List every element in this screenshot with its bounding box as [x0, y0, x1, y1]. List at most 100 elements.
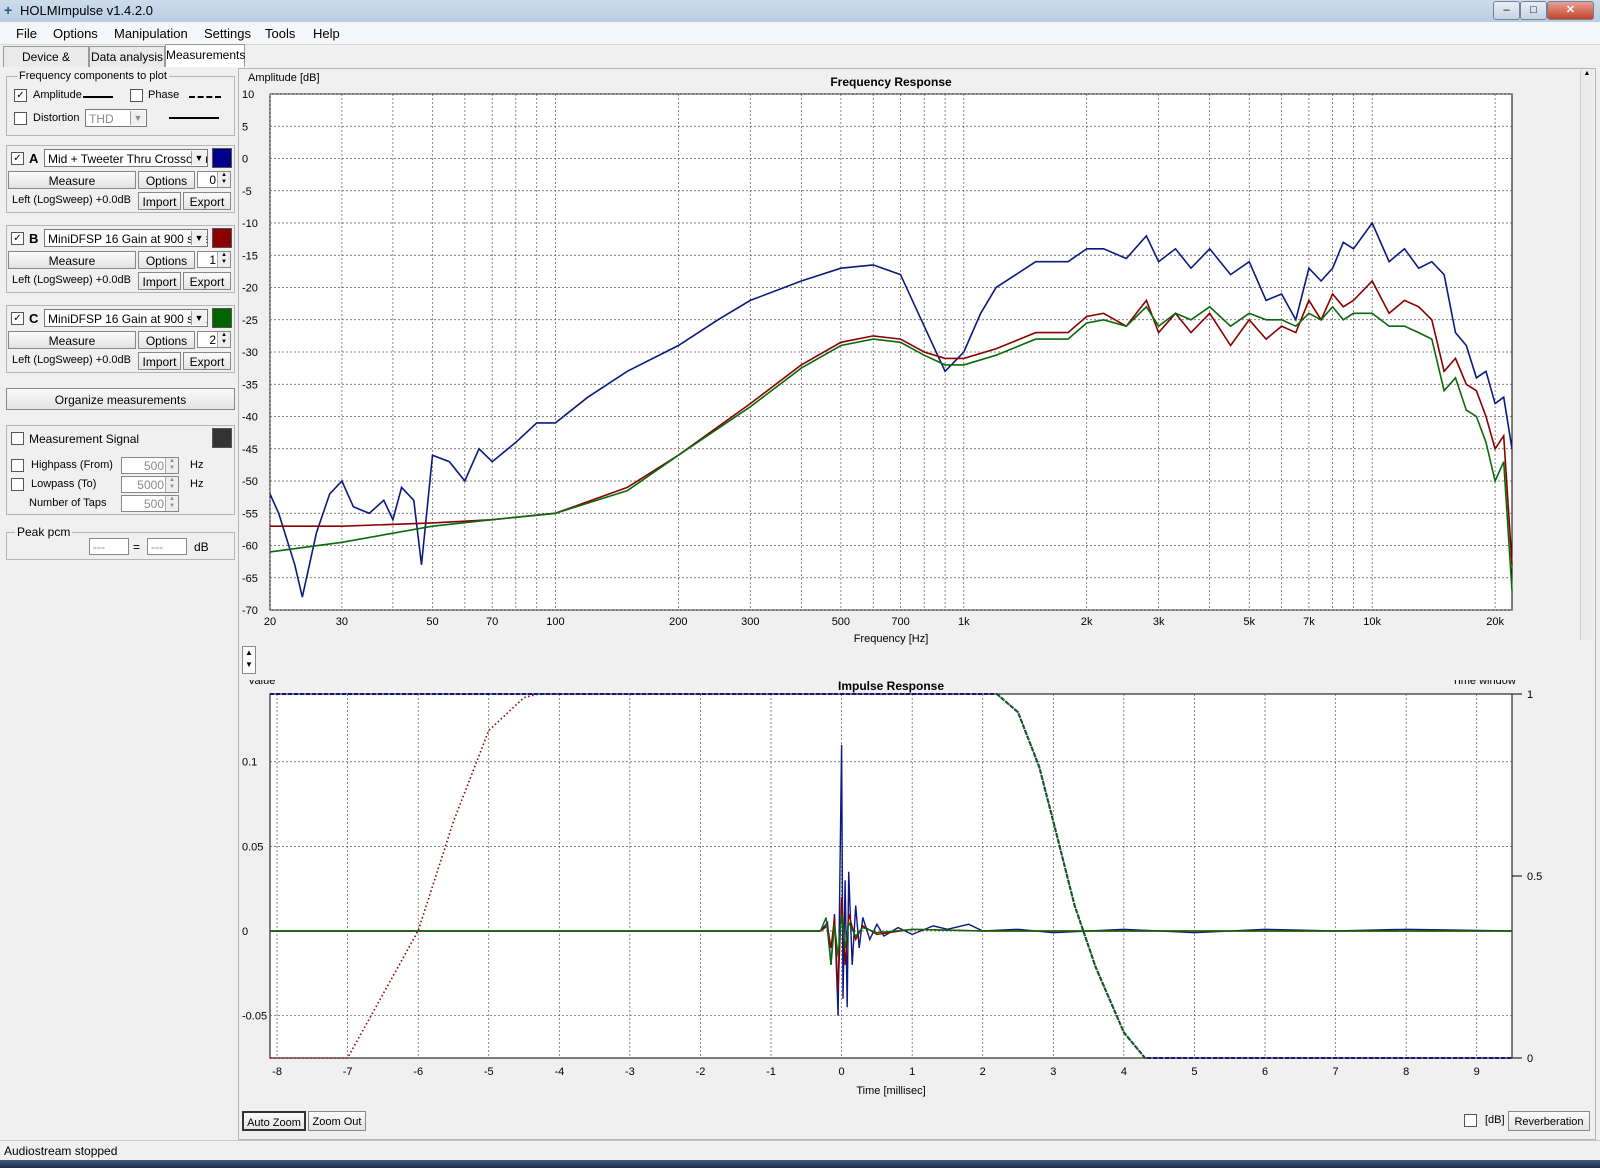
measurement-b-name: MiniDFSP 16 Gain at 900 steep — [48, 232, 208, 246]
ir-x-tick-label: 6 — [1262, 1066, 1268, 1078]
measurement-b-checkbox[interactable]: ✓ — [11, 232, 24, 245]
fr-y-tick-label: -10 — [242, 218, 258, 230]
maximize-button[interactable]: □ — [1520, 1, 1547, 20]
splitter-arrows-icon[interactable]: ▲ ▼ — [242, 646, 256, 674]
measurement-c-select[interactable]: MiniDFSP 16 Gain at 900 shallo ▼ — [44, 309, 208, 327]
fr-y-tick-label: -30 — [242, 347, 258, 359]
spin-arrows-icon[interactable]: ▲ ▼ — [217, 172, 230, 187]
peak-unit: dB — [194, 540, 209, 554]
fr-y-tick-label: -5 — [242, 186, 252, 198]
measurement-c-export-button[interactable]: Export — [183, 352, 231, 370]
menu-file[interactable]: File — [16, 26, 37, 41]
measurement-b-info: Left (LogSweep) +0.0dB — [12, 274, 131, 286]
measurement-b-select[interactable]: MiniDFSP 16 Gain at 900 steep ▼ — [44, 229, 208, 247]
zoom-out-button[interactable]: Zoom Out — [308, 1111, 366, 1131]
menu-manipulation[interactable]: Manipulation — [114, 26, 188, 41]
distortion-label: Distortion — [33, 112, 80, 124]
impulse-response-chart[interactable]: -8 -7 -6 -5 -4 -3 -2 -1 0 1 2 3 4 5 6 7 8 9 0.1 0.05 0 -0.05 1… — [240, 680, 1594, 1120]
highpass-checkbox[interactable] — [11, 459, 24, 472]
lowpass-input[interactable]: 5000 ▲ ▼ — [121, 476, 179, 493]
taskbar — [0, 1160, 1600, 1168]
fr-x-tick-label: 1k — [958, 616, 970, 628]
fr-scrollbar[interactable]: ▲ — [1580, 70, 1593, 640]
auto-zoom-button[interactable]: Auto Zoom — [242, 1111, 306, 1131]
measurement-signal-panel: Measurement Signal Highpass (From) 500 ▲ ▼… — [6, 425, 235, 515]
measurement-b-import-button[interactable]: Import — [138, 272, 181, 290]
measurement-signal-color-swatch[interactable] — [212, 428, 232, 448]
distortion-line-icon — [169, 117, 219, 119]
measurement-b-export-button[interactable]: Export — [183, 272, 231, 290]
measurement-a-color-swatch[interactable] — [212, 148, 232, 168]
menu-help[interactable]: Help — [313, 26, 340, 41]
fr-x-tick-label: 3k — [1153, 616, 1165, 628]
fr-y-tick-label: -65 — [242, 573, 258, 585]
spin-arrows-icon[interactable]: ▲ ▼ — [217, 252, 230, 267]
measurement-signal-checkbox[interactable] — [11, 432, 24, 445]
frequency-response-chart[interactable]: 1050-5-10-15-20-25-30-35-40-45-50-55-60-… — [240, 70, 1594, 670]
spin-arrows-icon[interactable]: ▲ ▼ — [165, 477, 178, 492]
measurement-b-panel: ✓ B MiniDFSP 16 Gain at 900 steep ▼ Measu… — [6, 225, 235, 293]
title-bar: + HOLMImpulse v1.4.2.0 ‒ □ ✕ — [0, 0, 1600, 23]
ir-x-axis-label: Time [millisec] — [856, 1085, 925, 1097]
menu-tools[interactable]: Tools — [265, 26, 295, 41]
distortion-select[interactable]: THD ▼ — [85, 109, 147, 127]
measurement-b-color-swatch[interactable] — [212, 228, 232, 248]
fr-x-tick-label: 300 — [741, 616, 759, 628]
phase-checkbox[interactable] — [130, 89, 143, 102]
measurement-c-import-button[interactable]: Import — [138, 352, 181, 370]
spin-arrows-icon[interactable]: ▲ ▼ — [217, 332, 230, 347]
measurement-c-checkbox[interactable]: ✓ — [11, 312, 24, 325]
ir-y2-tick-label: 0.5 — [1527, 871, 1542, 883]
tab-measurements[interactable]: Measurements — [165, 44, 245, 67]
organize-measurements-button[interactable]: Organize measurements — [6, 388, 235, 410]
phase-line-icon — [189, 96, 221, 98]
close-button[interactable]: ✕ — [1547, 1, 1594, 20]
measurement-a-options-button[interactable]: Options — [138, 171, 195, 189]
measurement-c-name: MiniDFSP 16 Gain at 900 shallo — [48, 312, 208, 326]
spin-arrows-icon[interactable]: ▲ ▼ — [165, 458, 178, 473]
measurement-c-color-swatch[interactable] — [212, 308, 232, 328]
chevron-down-icon: ▼ — [191, 311, 206, 325]
ir-x-tick-label: 2 — [980, 1066, 986, 1078]
highpass-label: Highpass (From) — [31, 459, 113, 471]
fr-y-tick-label: -70 — [242, 605, 258, 617]
measurement-a-measure-button[interactable]: Measure — [8, 171, 136, 189]
db-checkbox[interactable] — [1464, 1114, 1477, 1127]
ir-x-tick-label: 7 — [1333, 1066, 1339, 1078]
tab-device-signal[interactable]: Device & Signal — [3, 46, 89, 84]
measurement-a-import-button[interactable]: Import — [138, 192, 181, 210]
ir-x-tick-label: -5 — [484, 1066, 494, 1078]
measurement-b-measure-button[interactable]: Measure — [8, 251, 136, 269]
fr-x-tick-label: 700 — [891, 616, 909, 628]
fr-x-tick-label: 50 — [426, 616, 438, 628]
measurement-a-export-button[interactable]: Export — [183, 192, 231, 210]
fr-y-tick-label: -35 — [242, 379, 258, 391]
lowpass-checkbox[interactable] — [11, 478, 24, 491]
menu-settings[interactable]: Settings — [204, 26, 251, 41]
spin-arrows-icon[interactable]: ▲ ▼ — [165, 496, 178, 511]
chevron-down-icon: ▼ — [191, 151, 206, 165]
fr-x-axis-label: Frequency [Hz] — [854, 633, 929, 645]
fr-x-tick-label: 200 — [669, 616, 687, 628]
minimize-button[interactable]: ‒ — [1493, 1, 1520, 20]
menu-options[interactable]: Options — [53, 26, 98, 41]
measurement-a-index-spinner[interactable]: 0 ▲ ▼ — [197, 171, 231, 188]
measurement-c-measure-button[interactable]: Measure — [8, 331, 136, 349]
distortion-checkbox[interactable] — [14, 112, 27, 125]
measurement-c-options-button[interactable]: Options — [138, 331, 195, 349]
reverberation-button[interactable]: Reverberation — [1508, 1111, 1590, 1131]
amplitude-checkbox[interactable]: ✓ — [14, 89, 27, 102]
taps-input[interactable]: 500 ▲ ▼ — [121, 495, 179, 512]
tab-data-analysis[interactable]: Data analysis — [89, 46, 165, 67]
measurement-c-index: 2 — [209, 333, 216, 347]
app-icon: + — [4, 2, 13, 18]
measurement-b-options-button[interactable]: Options — [138, 251, 195, 269]
measurement-a-name: Mid + Tweeter Thru Crossover — [48, 152, 208, 166]
highpass-input[interactable]: 500 ▲ ▼ — [121, 457, 179, 474]
measurement-a-select[interactable]: Mid + Tweeter Thru Crossover ▼ — [44, 149, 208, 167]
measurement-a-checkbox[interactable]: ✓ — [11, 152, 24, 165]
measurement-c-index-spinner[interactable]: 2 ▲ ▼ — [197, 331, 231, 348]
phase-label: Phase — [148, 89, 180, 101]
measurement-b-index-spinner[interactable]: 1 ▲ ▼ — [197, 251, 231, 268]
ir-x-tick-label: 9 — [1474, 1066, 1480, 1078]
